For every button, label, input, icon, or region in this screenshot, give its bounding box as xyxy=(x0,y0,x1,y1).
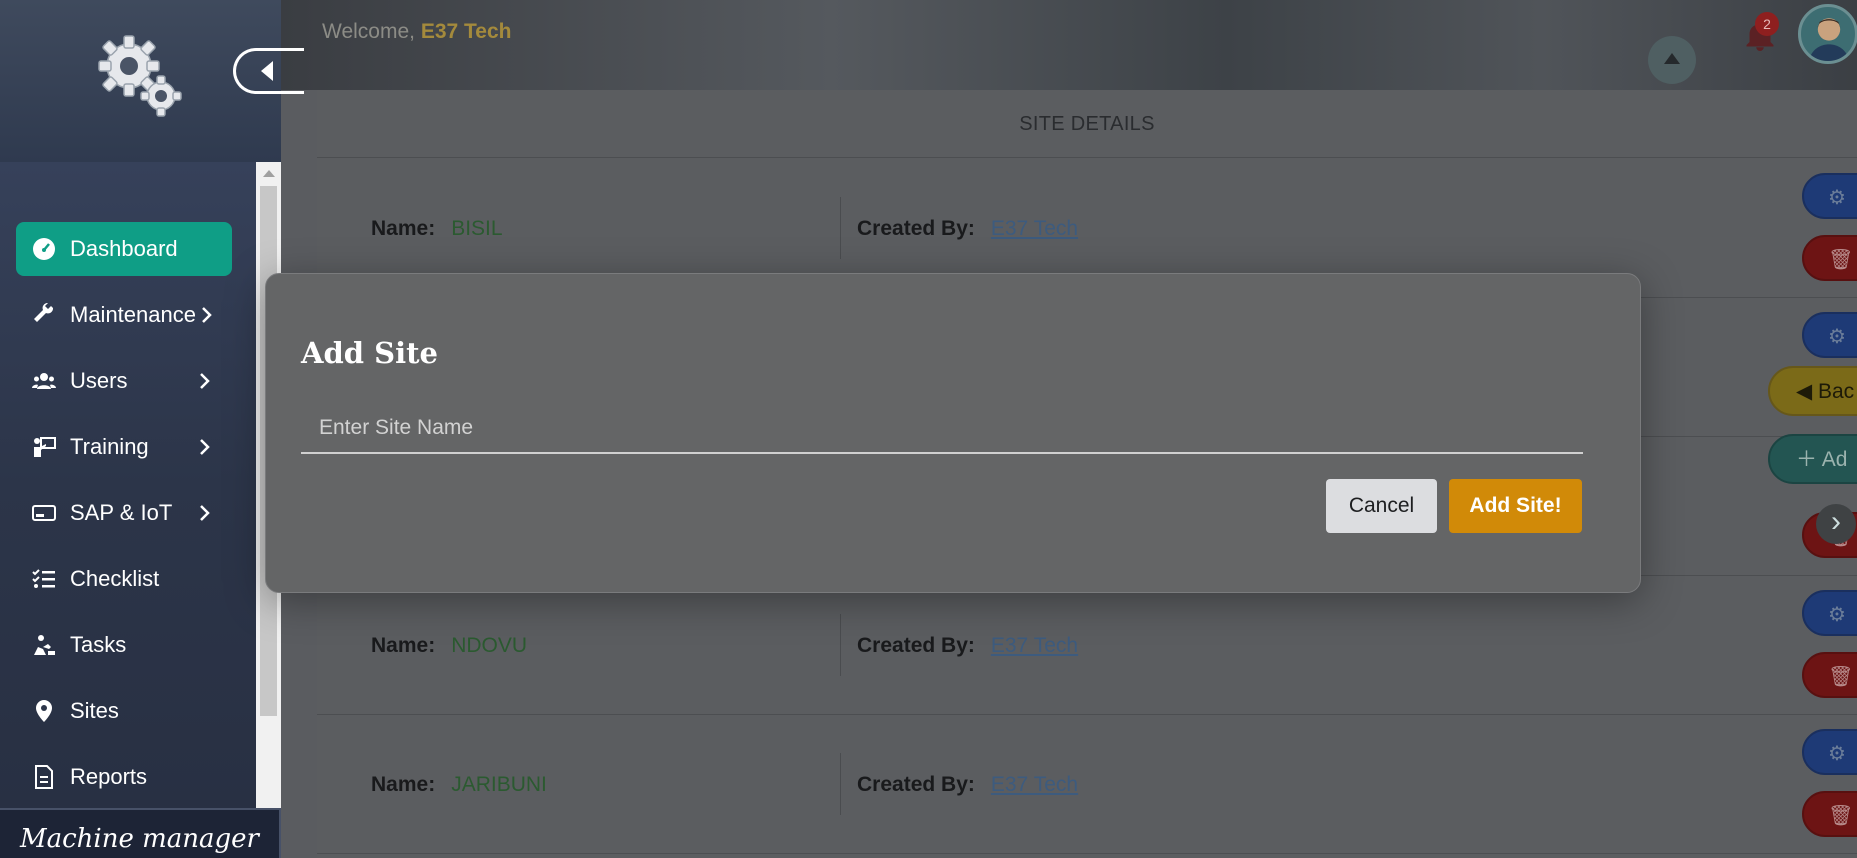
notification-badge: 2 xyxy=(1755,12,1779,36)
sidebar-item-maintenance[interactable]: Maintenance xyxy=(16,288,232,342)
brand-label: Machine manager xyxy=(0,808,281,858)
sidebar-item-label: Reports xyxy=(70,764,148,789)
chevron-right-icon[interactable]: › xyxy=(1816,504,1856,544)
add-site-button[interactable]: Add Site! xyxy=(1449,479,1582,533)
delete-site-button[interactable]: 🗑 xyxy=(1802,652,1857,698)
table-row: Name: NDOVU Created By: E37 Tech xyxy=(317,576,1857,715)
sidebar-item-tasks[interactable]: Tasks xyxy=(16,618,232,672)
sidebar: Dashboard Maintenance Users Training SAP… xyxy=(0,0,304,858)
checklist-icon xyxy=(32,569,55,588)
welcome-prefix: Welcome, xyxy=(322,20,421,43)
delete-site-button[interactable]: 🗑 xyxy=(1802,791,1857,837)
table-row: Name: JARIBUNI Created By: E37 Tech xyxy=(317,715,1857,854)
name-label: Name: xyxy=(371,772,436,796)
welcome-text: Welcome, E37 Tech xyxy=(322,20,511,44)
sidebar-item-label: SAP & IoT xyxy=(70,500,173,525)
trash-icon: 🗑 xyxy=(1828,249,1854,271)
sidebar-item-label: Dashboard xyxy=(70,236,178,261)
avatar[interactable] xyxy=(1798,4,1857,64)
scroll-up-arrow-icon[interactable] xyxy=(263,170,275,177)
edit-site-button[interactable]: ⚙ xyxy=(1802,590,1857,636)
name-label: Name: xyxy=(371,633,436,657)
sidebar-collapse-button[interactable] xyxy=(233,48,304,94)
created-by-label: Created By: xyxy=(857,633,975,657)
card-icon xyxy=(32,505,56,521)
sidebar-header xyxy=(0,0,304,162)
map-pin-icon xyxy=(36,700,52,722)
plus-icon: ＋ xyxy=(1796,448,1822,471)
created-by-link[interactable]: E37 Tech xyxy=(991,217,1078,241)
sidebar-item-label: Users xyxy=(70,368,128,393)
sidebar-item-label: Checklist xyxy=(70,566,160,591)
scroll-up-button[interactable] xyxy=(1648,36,1696,84)
gear-icon: ⚙ xyxy=(1828,604,1846,626)
chevron-right-icon xyxy=(200,373,210,389)
sidebar-item-dashboard[interactable]: Dashboard xyxy=(16,222,232,276)
chevron-right-icon xyxy=(202,307,212,323)
gear-icon: ⚙ xyxy=(1828,187,1846,209)
site-name: BISIL xyxy=(451,216,503,240)
cancel-button[interactable]: Cancel xyxy=(1326,479,1437,533)
created-by-link[interactable]: E37 Tech xyxy=(991,773,1078,797)
delete-site-button[interactable]: 🗑 xyxy=(1802,235,1857,281)
gear-icon: ⚙ xyxy=(1828,326,1846,348)
sidebar-item-users[interactable]: Users xyxy=(16,354,232,408)
site-name-input[interactable] xyxy=(301,404,1583,454)
document-icon xyxy=(35,765,53,789)
created-by-link[interactable]: E37 Tech xyxy=(991,634,1078,658)
sidebar-item-label: Maintenance xyxy=(70,302,196,327)
add-site-floating-button[interactable]: ＋ Ad xyxy=(1768,434,1857,484)
caret-left-icon: ◀ xyxy=(1796,380,1818,403)
welcome-user-name: E37 Tech xyxy=(420,20,512,43)
chevron-right-icon xyxy=(200,505,210,521)
trash-icon: 🗑 xyxy=(1828,666,1854,688)
site-details-title: SITE DETAILS xyxy=(317,90,1857,158)
edit-site-button[interactable]: ⚙ xyxy=(1802,312,1857,358)
sidebar-item-training[interactable]: Training xyxy=(16,420,232,474)
created-by-label: Created By: xyxy=(857,216,975,240)
site-name: NDOVU xyxy=(451,633,528,657)
wrench-icon xyxy=(34,303,54,322)
modal-title: Add Site xyxy=(301,336,438,370)
sidebar-item-sap-iot[interactable]: SAP & IoT xyxy=(16,486,232,540)
sidebar-item-label: Tasks xyxy=(70,632,127,657)
edit-site-button[interactable]: ⚙ xyxy=(1802,173,1857,219)
gear-icon: ⚙ xyxy=(1828,743,1846,765)
back-button[interactable]: ◀ Bac xyxy=(1768,366,1857,416)
sidebar-item-reports[interactable]: Reports xyxy=(16,750,232,804)
sidebar-item-checklist[interactable]: Checklist xyxy=(16,552,232,606)
sidebar-item-label: Training xyxy=(70,434,149,459)
chevron-right-icon xyxy=(200,439,210,455)
sidebar-item-sites[interactable]: Sites xyxy=(16,684,232,738)
worker-icon xyxy=(34,635,55,655)
teacher-icon xyxy=(34,437,56,457)
top-bar xyxy=(280,0,1857,90)
edit-site-button[interactable]: ⚙ xyxy=(1802,729,1857,775)
name-label: Name: xyxy=(371,216,436,240)
gears-logo-icon xyxy=(98,35,182,117)
users-icon xyxy=(32,373,56,389)
trash-icon: 🗑 xyxy=(1828,805,1854,827)
user-avatar-icon xyxy=(1808,18,1850,61)
add-site-modal: Add Site Cancel Add Site! xyxy=(265,273,1641,593)
site-name: JARIBUNI xyxy=(451,772,547,796)
created-by-label: Created By: xyxy=(857,772,975,796)
sidebar-nav: Dashboard Maintenance Users Training SAP… xyxy=(0,162,256,808)
sidebar-item-label: Sites xyxy=(70,698,119,723)
gauge-icon xyxy=(33,238,55,260)
